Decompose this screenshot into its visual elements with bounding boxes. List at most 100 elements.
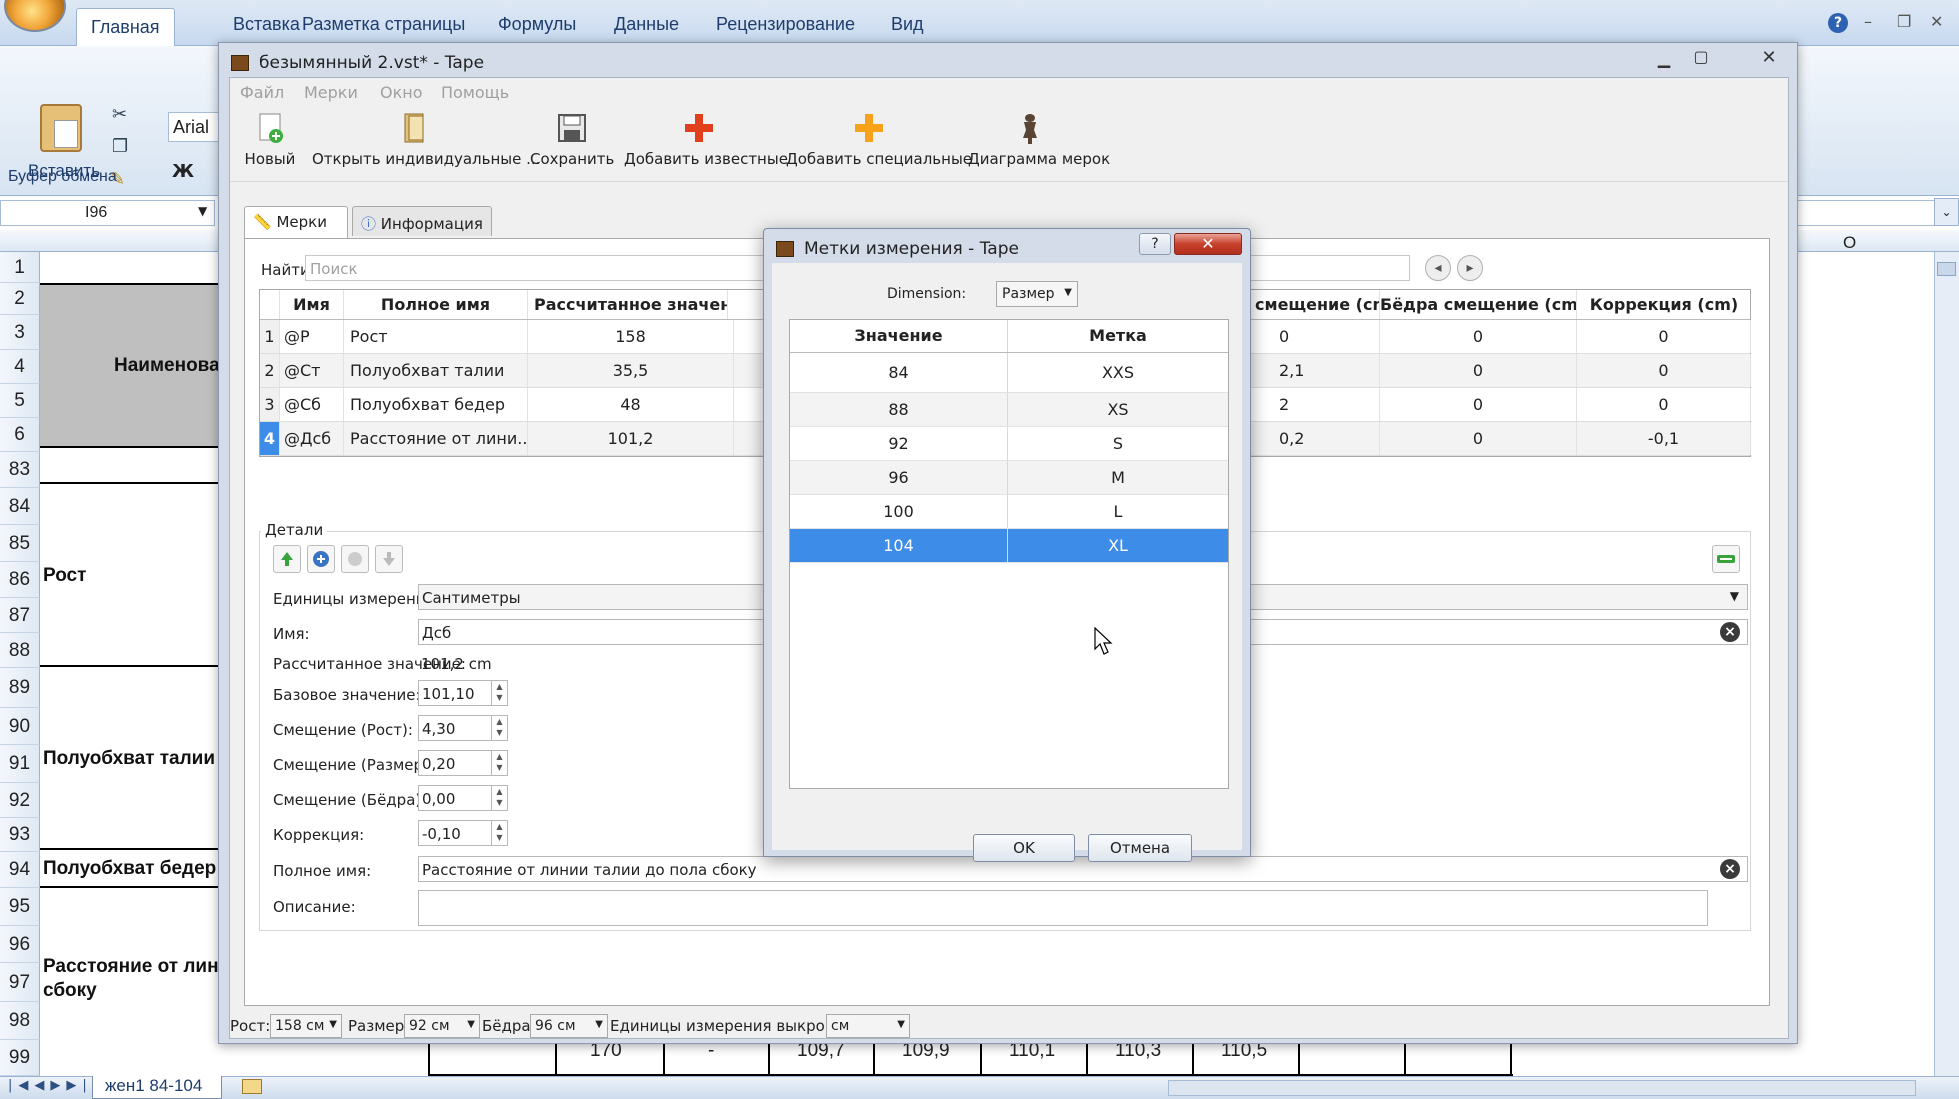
cell-fullname[interactable]: Полуобхват бедер: [344, 388, 528, 421]
cancel-button[interactable]: Отмена: [1088, 834, 1192, 862]
insert-sheet-icon[interactable]: [242, 1079, 262, 1094]
dimension-select[interactable]: Размер ▼: [996, 281, 1078, 307]
cell-correction[interactable]: 0: [1577, 388, 1751, 421]
spin-arrows-icon[interactable]: ▲ ▼: [491, 751, 507, 775]
header-fullname[interactable]: Полное имя: [344, 290, 528, 319]
excel-tab-page-layout[interactable]: Разметка страницы: [302, 14, 465, 35]
excel-close-icon[interactable]: ✕: [1930, 12, 1943, 31]
expand-formula-bar-icon[interactable]: ⌄: [1934, 198, 1959, 226]
copy-icon[interactable]: ❐: [112, 136, 128, 157]
spin-arrows-icon[interactable]: ▲ ▼: [491, 821, 507, 845]
cell-value[interactable]: 92: [790, 427, 1008, 460]
cell-label[interactable]: XL: [1008, 529, 1228, 562]
list-item[interactable]: 84 XXS: [790, 353, 1228, 393]
cell-shift-size[interactable]: 2,1: [1255, 354, 1380, 387]
add-known-button[interactable]: Добавить известные: [624, 110, 788, 180]
list-item[interactable]: 88 XS: [790, 393, 1228, 427]
row-number[interactable]: 1: [260, 320, 280, 353]
scrollbar-thumb[interactable]: [1937, 262, 1956, 276]
hips-combo[interactable]: 96 см ▼: [530, 1014, 608, 1038]
row-header[interactable]: 94: [0, 852, 40, 888]
row-header[interactable]: 92: [0, 783, 40, 818]
new-button[interactable]: Новый: [244, 110, 296, 180]
row-header[interactable]: 6: [0, 418, 40, 452]
excel-tab-review[interactable]: Рецензирование: [716, 14, 855, 35]
chevron-down-icon[interactable]: ▼: [198, 204, 207, 218]
cell-rasst-line1[interactable]: Расстояние от лин: [43, 956, 219, 978]
cell-value[interactable]: 88: [790, 393, 1008, 426]
correction-spinbox[interactable]: -0,10 ▲ ▼: [418, 820, 508, 846]
cut-icon[interactable]: ✂: [112, 104, 127, 125]
cell-taliya[interactable]: Полуобхват талии: [43, 748, 215, 770]
row-number[interactable]: 4: [260, 422, 280, 455]
list-item[interactable]: 96 M: [790, 461, 1228, 495]
cell-name[interactable]: @Ст: [280, 354, 344, 387]
header-name[interactable]: Имя: [280, 290, 344, 319]
header-calculated[interactable]: Рассчитанное значение (cm): [528, 290, 728, 319]
spin-arrows-icon[interactable]: ▲ ▼: [491, 716, 507, 740]
add-special-button[interactable]: Добавить специальные: [786, 110, 972, 180]
name-box[interactable]: I96: [0, 200, 215, 226]
minimize-icon[interactable]: ▁: [1649, 49, 1679, 71]
formula-bar[interactable]: [1790, 200, 1942, 226]
cell-correction[interactable]: 0: [1577, 320, 1751, 353]
find-next-icon[interactable]: ▸: [1457, 255, 1483, 281]
menu-window[interactable]: Окно: [380, 83, 423, 102]
cell-value[interactable]: 96: [790, 461, 1008, 494]
header-shift-size[interactable]: смещение (cm): [1255, 290, 1380, 319]
excel-restore-icon[interactable]: ❐: [1897, 12, 1911, 31]
shift-size-spinbox[interactable]: 0,20 ▲ ▼: [418, 750, 508, 776]
cell-shift-size[interactable]: 2: [1255, 388, 1380, 421]
move-up-icon[interactable]: [307, 545, 335, 573]
row-header[interactable]: 95: [0, 888, 40, 926]
horizontal-scrollbar[interactable]: [1168, 1080, 1916, 1096]
row-header[interactable]: 97: [0, 963, 40, 1002]
cell-name[interactable]: @Дсб: [280, 422, 344, 455]
cell-bedra[interactable]: Полуобхват бедер: [43, 858, 216, 880]
header-value[interactable]: Значение: [790, 320, 1008, 352]
header-correction[interactable]: Коррекция (cm): [1577, 290, 1751, 319]
row-header[interactable]: 88: [0, 633, 40, 668]
help-button[interactable]: ?: [1139, 233, 1171, 255]
dialog-close-icon[interactable]: ✕: [1174, 233, 1242, 255]
cell-shift-hips[interactable]: 0: [1380, 422, 1577, 455]
row-header[interactable]: 96: [0, 926, 40, 963]
pattern-units-combo[interactable]: см ▼: [826, 1014, 910, 1038]
cell-shift-size[interactable]: 0: [1255, 320, 1380, 353]
row-header[interactable]: 98: [0, 1002, 40, 1040]
excel-tab-insert[interactable]: Вставка: [233, 14, 300, 35]
cell-shift-hips[interactable]: 0: [1380, 388, 1577, 421]
row-header[interactable]: 89: [0, 668, 40, 708]
menu-help[interactable]: Помощь: [441, 83, 509, 102]
spin-arrows-icon[interactable]: ▲ ▼: [491, 681, 507, 705]
cell-rasst-line2[interactable]: сбоку: [43, 980, 97, 1002]
labels-table[interactable]: Значение Метка 84 XXS 88 XS 92 S 96 M 100 L 104 XL: [789, 319, 1229, 789]
cell-name[interactable]: @Р: [280, 320, 344, 353]
close-icon[interactable]: ✕: [1747, 47, 1791, 69]
cell-shift-size[interactable]: 0,2: [1255, 422, 1380, 455]
cell-label[interactable]: L: [1008, 495, 1228, 528]
row-header[interactable]: 4: [0, 350, 40, 384]
cell-correction[interactable]: -0,1: [1577, 422, 1751, 455]
list-item[interactable]: 92 S: [790, 427, 1228, 461]
height-combo[interactable]: 158 см ▼: [270, 1014, 342, 1038]
sheet-navigation-icons[interactable]: |◀◀▶▶|: [8, 1078, 93, 1093]
list-item[interactable]: 104 XL: [790, 529, 1228, 563]
row-header[interactable]: 1: [0, 252, 40, 283]
move-top-icon[interactable]: [273, 545, 301, 573]
excel-tab-view[interactable]: Вид: [891, 14, 924, 35]
measurement-diagram-button[interactable]: Диаграмма мерок: [968, 110, 1110, 180]
column-header-o[interactable]: O: [1843, 233, 1856, 253]
cell-label[interactable]: M: [1008, 461, 1228, 494]
cell-calculated[interactable]: 158: [528, 320, 734, 353]
cell-label[interactable]: XXS: [1008, 353, 1228, 392]
row-header[interactable]: 3: [0, 315, 40, 350]
spin-arrows-icon[interactable]: ▲ ▼: [491, 786, 507, 810]
row-header[interactable]: 93: [0, 818, 40, 852]
fullname-field[interactable]: Расстояние от линии талии до пола сбоку: [418, 856, 1748, 882]
cell-label[interactable]: XS: [1008, 393, 1228, 426]
cell-value[interactable]: 104: [790, 529, 1008, 562]
row-number[interactable]: 3: [260, 388, 280, 421]
cell-correction[interactable]: 0: [1577, 354, 1751, 387]
move-down-icon[interactable]: [341, 545, 369, 573]
